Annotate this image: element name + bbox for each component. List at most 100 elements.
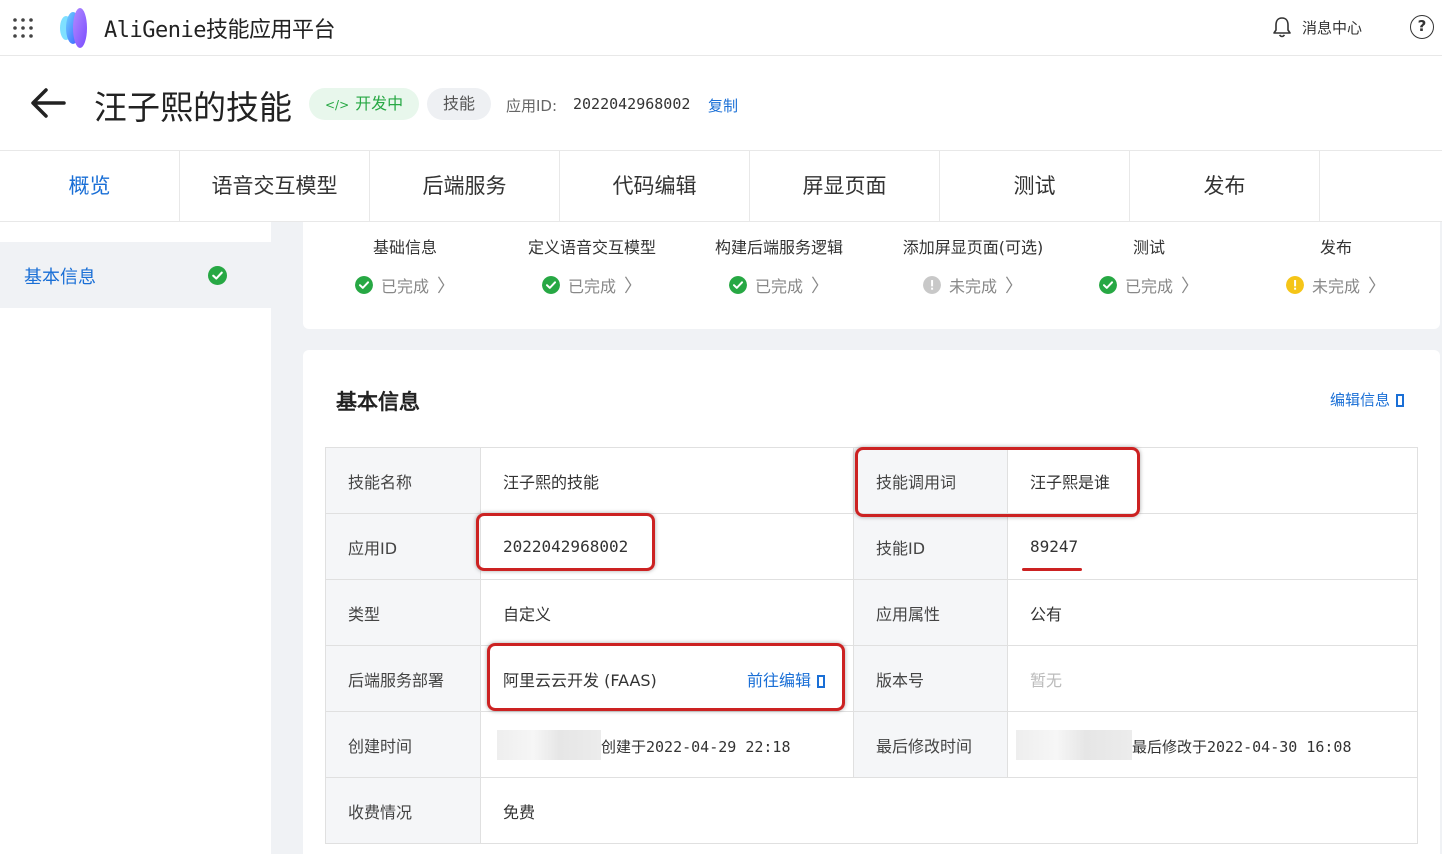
step-status: 已完成 〉 <box>679 272 879 298</box>
chevron-right-icon: 〉 <box>811 276 829 297</box>
step-screen-pages[interactable]: 添加屏显页面(可选) 未完成 〉 <box>873 234 1073 298</box>
status-badge-label: 开发中 <box>355 94 404 113</box>
annotation-highlight <box>476 513 655 571</box>
label-version: 版本号 <box>853 645 1008 712</box>
step-status-label: 未完成 <box>948 277 997 296</box>
table-row: 类型 自定义 应用属性 公有 <box>325 579 1418 646</box>
app-name-cn: 技能应用平台 <box>205 18 336 43</box>
step-status: 已完成 〉 <box>305 272 505 298</box>
chevron-right-icon: 〉 <box>624 276 642 297</box>
label-backend-deploy: 后端服务部署 <box>325 645 481 712</box>
edit-info-button[interactable]: 编辑信息 <box>1330 389 1405 410</box>
aligenie-logo-icon[interactable] <box>56 6 92 50</box>
app-id-label: 应用ID: <box>506 97 558 115</box>
check-circle-icon <box>541 276 560 294</box>
type-badge: 技能 <box>427 88 492 120</box>
app-grid-icon[interactable] <box>12 17 34 39</box>
value-type: 自定义 <box>480 579 854 646</box>
step-basic-info[interactable]: 基础信息 已完成 〉 <box>305 234 505 298</box>
basic-info-card: 基本信息 编辑信息 技能名称 汪子熙的技能 技能调用词 汪子熙是谁 应用ID 2… <box>303 350 1440 854</box>
step-title: 发布 <box>1319 238 1352 257</box>
chevron-right-icon: 〉 <box>437 276 455 297</box>
annotation-underline <box>1022 568 1082 571</box>
label-type: 类型 <box>325 579 481 646</box>
code-icon: </> <box>325 98 350 112</box>
app-name-latin: AliGenie <box>104 18 206 43</box>
value-app-attribute: 公有 <box>1007 579 1418 646</box>
label-app-id: 应用ID <box>325 513 481 580</box>
page-title: 汪子熙的技能 <box>94 88 292 127</box>
label-charge: 收费情况 <box>325 777 481 844</box>
label-skill-name: 技能名称 <box>325 447 481 514</box>
label-modified: 最后修改时间 <box>853 711 1008 778</box>
table-row: 收费情况 免费 <box>325 777 1418 844</box>
chevron-right-icon: 〉 <box>1005 276 1023 297</box>
value-created: 创建于2022-04-29 22:18 <box>480 711 854 778</box>
label-app-attribute: 应用属性 <box>853 579 1008 646</box>
message-center-link[interactable]: 消息中心 <box>1302 17 1362 38</box>
check-circle-icon <box>208 266 227 285</box>
main-tabs: 概览 语音交互模型 后端服务 代码编辑 屏显页面 测试 发布 <box>0 150 1442 222</box>
info-circle-icon <box>922 276 941 294</box>
tab-test[interactable]: 测试 <box>940 151 1130 221</box>
step-voice-model[interactable]: 定义语音交互模型 已完成 〉 <box>492 234 692 298</box>
blurred-avatar <box>1016 729 1132 760</box>
step-backend-logic[interactable]: 构建后端服务逻辑 已完成 〉 <box>679 234 879 298</box>
value-charge: 免费 <box>480 777 1418 844</box>
check-circle-icon <box>1098 276 1117 294</box>
step-status: 未完成 〉 <box>1236 272 1436 298</box>
label-skill-id: 技能ID <box>853 513 1008 580</box>
step-status: 已完成 〉 <box>1049 272 1249 298</box>
step-status-label: 已完成 <box>567 277 616 296</box>
skill-header: 汪子熙的技能 </> 开发中 技能 应用ID: 2022042968002 复制 <box>0 57 1442 150</box>
annotation-highlight <box>855 447 1140 517</box>
help-icon[interactable]: ? <box>1410 15 1434 39</box>
table-row: 创建时间 创建于2022-04-29 22:18 最后修改时间 最后修改于202… <box>325 711 1418 778</box>
app-id-value: 2022042968002 <box>573 95 691 113</box>
sidebar: 基本信息 <box>0 222 271 854</box>
step-status-label: 未完成 <box>1311 277 1360 296</box>
tab-voice-model[interactable]: 语音交互模型 <box>180 151 370 221</box>
label-created: 创建时间 <box>325 711 481 778</box>
tab-overview[interactable]: 概览 <box>0 151 180 221</box>
step-status-label: 已完成 <box>380 277 429 296</box>
modified-text: 最后修改于2022-04-30 16:08 <box>1132 737 1352 756</box>
step-status-label: 已完成 <box>1124 277 1173 296</box>
app-name: AliGenie技能应用平台 <box>104 12 335 44</box>
value-modified: 最后修改于2022-04-30 16:08 <box>1007 711 1418 778</box>
value-version: 暂无 <box>1007 645 1418 712</box>
step-test[interactable]: 测试 已完成 〉 <box>1049 234 1249 298</box>
copy-app-id-link[interactable]: 复制 <box>708 95 738 116</box>
edit-info-label: 编辑信息 <box>1330 391 1391 409</box>
step-title: 构建后端服务逻辑 <box>714 238 843 257</box>
chevron-right-icon: 〉 <box>1368 276 1386 297</box>
step-title: 定义语音交互模型 <box>527 238 656 257</box>
sidebar-item-label: 基本信息 <box>24 267 96 288</box>
section-title: 基本信息 <box>336 390 420 414</box>
check-circle-icon <box>354 276 373 294</box>
back-arrow-icon[interactable] <box>28 85 68 121</box>
check-circle-icon <box>728 276 747 294</box>
tab-backend-service[interactable]: 后端服务 <box>370 151 560 221</box>
progress-steps: 基础信息 已完成 〉 定义语音交互模型 已完成 〉 构建后端服务逻辑 已完成 〉… <box>303 222 1440 329</box>
tab-code-editor[interactable]: 代码编辑 <box>560 151 750 221</box>
annotation-highlight <box>487 643 845 711</box>
value-skill-name: 汪子熙的技能 <box>480 447 854 514</box>
status-badge: </> 开发中 <box>309 88 420 120</box>
tab-screen-pages[interactable]: 屏显页面 <box>750 151 940 221</box>
step-title: 测试 <box>1132 238 1165 257</box>
step-status: 已完成 〉 <box>492 272 692 298</box>
bell-icon[interactable] <box>1271 15 1293 39</box>
step-title: 基础信息 <box>372 238 437 257</box>
step-publish[interactable]: 发布 未完成 〉 <box>1236 234 1436 298</box>
chevron-right-icon: 〉 <box>1181 276 1199 297</box>
top-bar: AliGenie技能应用平台 消息中心 ? <box>0 0 1442 56</box>
step-status-label: 已完成 <box>754 277 803 296</box>
warning-circle-icon <box>1285 276 1304 294</box>
step-title: 添加屏显页面(可选) <box>902 238 1044 257</box>
created-text: 创建于2022-04-29 22:18 <box>601 737 791 756</box>
blurred-avatar <box>497 729 601 760</box>
step-status: 未完成 〉 <box>873 272 1073 298</box>
tab-publish[interactable]: 发布 <box>1130 151 1320 221</box>
sidebar-item-basic-info[interactable]: 基本信息 <box>0 242 271 308</box>
